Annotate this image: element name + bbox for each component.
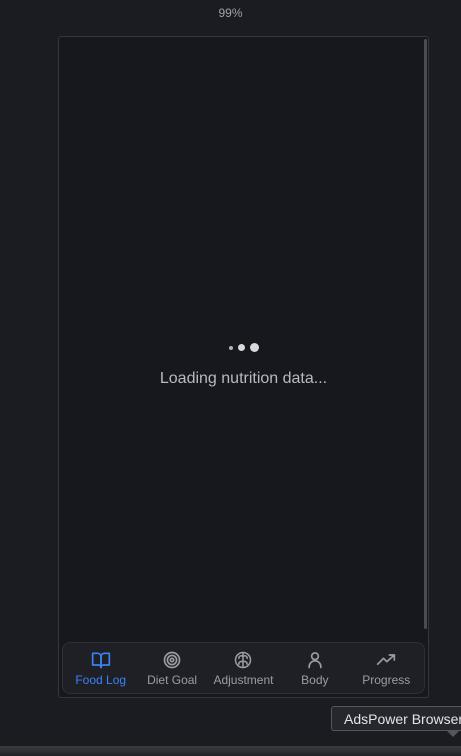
- book-open-icon: [91, 652, 110, 668]
- taskbar-tooltip: AdsPower Browser: [331, 706, 461, 731]
- nav-item-body[interactable]: Body: [280, 650, 350, 687]
- nav-item-label: Body: [301, 672, 329, 687]
- loading-message: Loading nutrition data...: [159, 370, 328, 387]
- loading-spinner: [59, 343, 428, 352]
- nav-item-label: Diet Goal: [147, 672, 198, 687]
- user-icon: [308, 651, 322, 668]
- zoom-level: 99%: [218, 6, 243, 20]
- bottom-navigation: Food Log Diet Goal Adjustment Body Progr…: [62, 642, 425, 694]
- tooltip-arrow: [447, 731, 459, 737]
- nav-item-diet-goal[interactable]: Diet Goal: [137, 650, 207, 687]
- target-icon: [163, 651, 181, 668]
- brain-icon: [235, 651, 252, 668]
- loading-dot: [228, 345, 233, 350]
- nav-item-label: Progress: [362, 672, 411, 687]
- scrollbar[interactable]: [424, 39, 427, 629]
- loading-dot: [237, 344, 245, 351]
- loading-dot: [249, 343, 259, 352]
- nav-item-label: Adjustment: [213, 672, 274, 687]
- nav-item-food-log[interactable]: Food Log: [66, 650, 136, 687]
- nav-item-progress[interactable]: Progress: [351, 650, 421, 687]
- nav-item-adjustment[interactable]: Adjustment: [208, 650, 278, 687]
- trending-up-icon: [377, 653, 396, 665]
- taskbar: [0, 746, 461, 756]
- app-window: Loading nutrition data... Food Log Diet …: [58, 36, 429, 698]
- nav-item-label: Food Log: [75, 672, 127, 687]
